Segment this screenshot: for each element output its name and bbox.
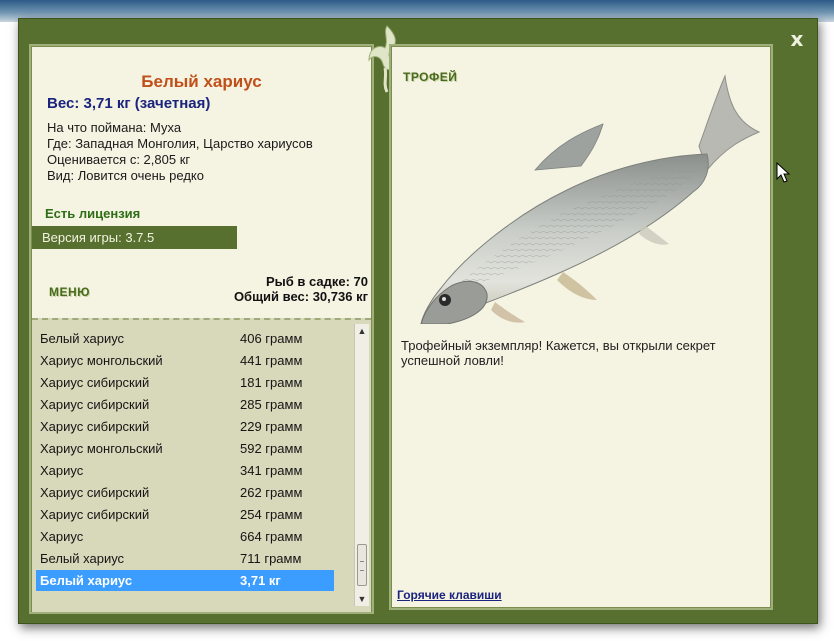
scroll-down-arrow-icon[interactable]: ▼ bbox=[355, 592, 369, 606]
list-item-name: Белый хариус bbox=[40, 551, 125, 566]
list-item-weight: 3,71 кг bbox=[240, 573, 281, 588]
list-item-weight: 285 грамм bbox=[240, 397, 303, 412]
list-item-weight: 181 грамм bbox=[240, 375, 303, 390]
list-item-weight: 406 грамм bbox=[240, 331, 303, 346]
list-item-weight: 262 грамм bbox=[240, 485, 303, 500]
list-item-weight: 341 грамм bbox=[240, 463, 303, 478]
list-item[interactable]: Хариус сибирский 181 грамм bbox=[36, 372, 334, 393]
scroll-up-arrow-icon[interactable]: ▲ bbox=[355, 324, 369, 338]
list-item-name: Хариус bbox=[40, 529, 84, 544]
list-item-weight: 254 грамм bbox=[240, 507, 303, 522]
fish-location: Где: Западная Монголия, Царство хариусов bbox=[47, 136, 313, 151]
list-item-weight: 229 грамм bbox=[240, 419, 303, 434]
trophy-panel: ТРОФЕЙ Трофейный экземпляр! Кажется, вы … bbox=[389, 44, 773, 610]
list-item-name: Белый хариус bbox=[40, 331, 125, 346]
list-item[interactable]: Хариус сибирский 229 грамм bbox=[36, 416, 334, 437]
scroll-thumb[interactable] bbox=[357, 544, 367, 586]
grayling-fish-image bbox=[420, 74, 761, 324]
list-item[interactable]: Белый хариус 3,71 кг bbox=[36, 570, 334, 591]
fish-bait: На что поймана: Муха bbox=[47, 120, 182, 135]
fish-title: Белый хариус bbox=[141, 72, 262, 91]
list-item-weight: 592 грамм bbox=[240, 441, 303, 456]
list-item[interactable]: Хариус монгольский 592 грамм bbox=[36, 438, 334, 459]
list-item-name: Хариус монгольский bbox=[40, 441, 163, 456]
mouse-cursor-icon bbox=[776, 162, 791, 183]
list-item-name: Хариус сибирский bbox=[40, 485, 150, 500]
list-item[interactable]: Хариус сибирский 262 грамм bbox=[36, 482, 334, 503]
list-item-name: Хариус сибирский bbox=[40, 375, 150, 390]
list-item-name: Хариус bbox=[40, 463, 84, 478]
list-item-name: Хариус сибирский bbox=[40, 419, 150, 434]
trophy-message: Трофейный экземпляр! Кажется, вы открыли… bbox=[401, 338, 716, 368]
list-item[interactable]: Хариус сибирский 285 грамм bbox=[36, 394, 334, 415]
total-weight: Общий вес: 30,736 кг bbox=[233, 289, 368, 304]
list-item[interactable]: Белый хариус 406 грамм bbox=[36, 328, 334, 349]
game-version: Версия игры: 3.7.5 bbox=[32, 226, 237, 249]
catch-list[interactable]: Белый хариус 406 грамм Хариус монгольский 4… bbox=[32, 318, 371, 612]
fish-min-weight: Оценивается с: 2,805 кг bbox=[47, 152, 191, 167]
fish-rarity: Вид: Ловится очень редко bbox=[47, 168, 204, 183]
menu-button[interactable]: МЕНЮ bbox=[49, 285, 90, 299]
catch-list-scrollbar[interactable]: ▲ ▼ bbox=[354, 324, 369, 606]
close-icon[interactable]: x bbox=[786, 28, 808, 50]
list-item-name: Белый хариус bbox=[40, 573, 133, 588]
list-item[interactable]: Хариус 341 грамм bbox=[36, 460, 334, 481]
hotkeys-link[interactable]: Горячие клавиши bbox=[397, 588, 502, 602]
list-item-weight: 664 грамм bbox=[240, 529, 303, 544]
fish-info-panel: Белый хариус Вес: 3,71 кг (зачетная) На … bbox=[29, 44, 374, 614]
list-item-weight: 441 грамм bbox=[240, 353, 303, 368]
list-item-weight: 711 грамм bbox=[240, 551, 302, 566]
list-item-name: Хариус сибирский bbox=[40, 507, 150, 522]
list-item[interactable]: Хариус монгольский 441 грамм bbox=[36, 350, 334, 371]
license-status: Есть лицензия bbox=[45, 206, 141, 221]
fish-count: Рыб в садке: 70 bbox=[265, 274, 368, 289]
list-item[interactable]: Хариус сибирский 254 грамм bbox=[36, 504, 334, 525]
list-item-name: Хариус сибирский bbox=[40, 397, 150, 412]
list-item[interactable]: Хариус 664 грамм bbox=[36, 526, 334, 547]
fish-weight: Вес: 3,71 кг (зачетная) bbox=[47, 95, 211, 112]
list-item[interactable]: Белый хариус 711 грамм bbox=[36, 548, 334, 569]
list-item-name: Хариус монгольский bbox=[40, 353, 163, 368]
keepnet-stats: Рыб в садке: 70 Общий вес: 30,736 кг bbox=[234, 274, 368, 304]
